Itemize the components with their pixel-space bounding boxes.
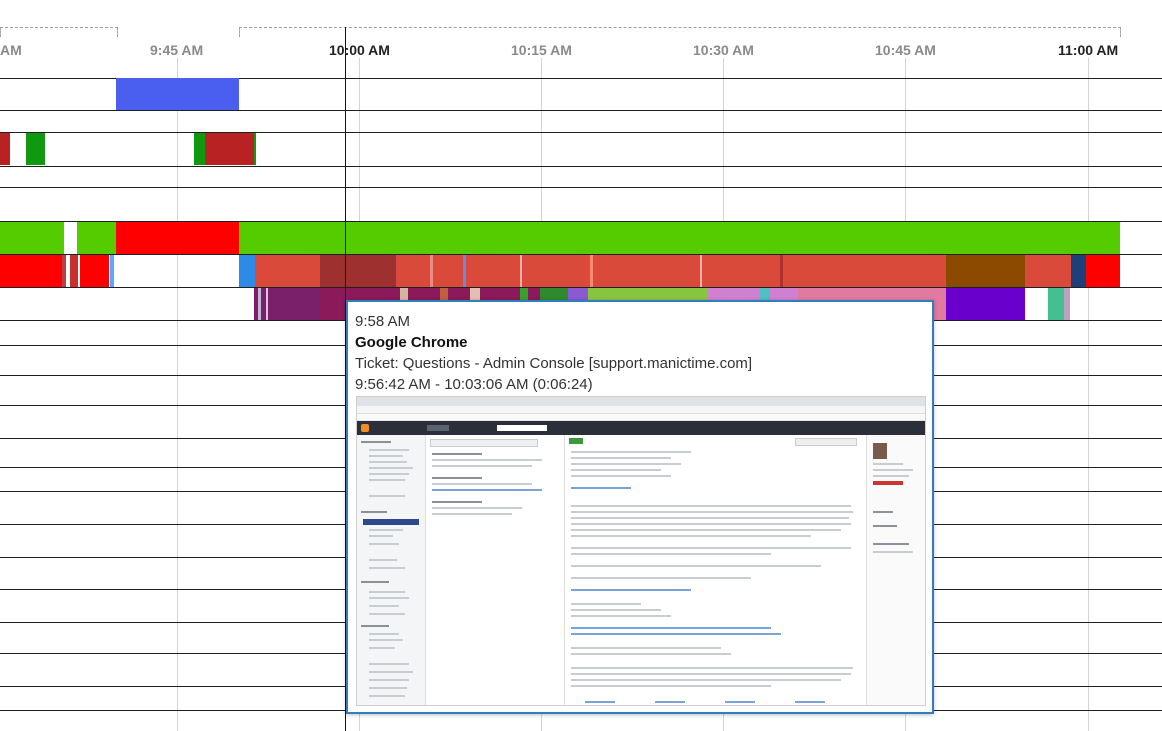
gridline [177, 58, 178, 731]
tooltip-document: Ticket: Questions - Admin Console [suppo… [355, 355, 753, 372]
activity-block[interactable] [26, 133, 45, 165]
activity-block[interactable] [254, 133, 256, 165]
computer-usage-block[interactable] [77, 222, 116, 254]
activity-block[interactable] [194, 133, 205, 165]
tick-label: 10:30 AM [693, 42, 754, 58]
tick-label: 9:45 AM [150, 42, 204, 58]
activity-block[interactable] [205, 133, 254, 165]
tooltip-time-range: 9:56:42 AM - 10:03:06 AM (0:06:24) [355, 376, 593, 393]
tick-label: 10:00 AM [329, 42, 390, 58]
activity-block[interactable] [116, 78, 239, 110]
gridline [1088, 58, 1089, 731]
tick-label: 10:45 AM [875, 42, 936, 58]
tick-label: 11:00 AM [1058, 42, 1119, 58]
away-block[interactable] [116, 222, 239, 254]
computer-usage-block[interactable] [0, 222, 64, 254]
activity-block[interactable] [0, 133, 10, 165]
tick-label: AM [0, 42, 22, 58]
tooltip-time: 9:58 AM [355, 313, 411, 330]
tooltip-application: Google Chrome [355, 334, 468, 351]
computer-usage-block[interactable] [239, 222, 1120, 254]
activity-tooltip: 9:58 AM Google Chrome Ticket: Questions … [346, 300, 934, 714]
selection-bracket-left [0, 27, 118, 37]
selection-bracket-right[interactable] [239, 27, 1121, 37]
screenshot-thumbnail [356, 396, 926, 706]
tick-label: 10:15 AM [511, 42, 572, 58]
